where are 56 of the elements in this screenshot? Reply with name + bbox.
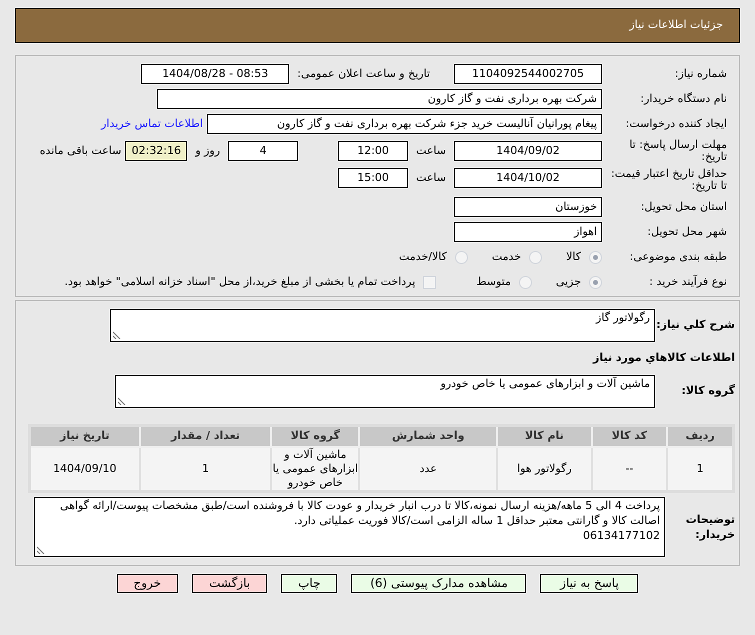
validity-date-field[interactable]: 1404/10/02 <box>454 168 602 188</box>
radio-button[interactable] <box>454 250 468 264</box>
field-label: شرح کلي نياز: <box>655 317 735 333</box>
radio-button[interactable] <box>589 276 602 288</box>
field-label: مهلت ارسال پاسخ: تا تاریخ: <box>628 139 727 163</box>
action-button[interactable]: بازگشت <box>192 574 268 593</box>
notes-textarea[interactable]: پرداخت 4 الی 5 ماهه/هزینه ارسال نمونه،کالا تا درب انبار خریدار و عودت کالا با فروشنده است/طبق مشخصات پیوست/ارائه گواهی اصالت کالا و گارانتی معتبر حداقل 1 ساله الزامی است/کالا فوریت عملیاتی دارد. 06134177102 <box>34 497 665 557</box>
city-field[interactable]: اهواز <box>454 222 602 242</box>
field-label: تاریخ و ساعت اعلان عمومی: <box>297 66 430 82</box>
field-label: شهر محل تحویل: <box>646 224 727 240</box>
need-number-field[interactable]: 1104092544002705 <box>454 64 602 84</box>
resize-handle-icon <box>37 546 45 554</box>
radio-button[interactable] <box>518 276 532 288</box>
field-label: ساعت باقی مانده <box>40 142 122 159</box>
resize-handle-icon <box>113 331 121 339</box>
field-label: گروه کالا: <box>680 382 735 399</box>
page-title: جزئیات اطلاعات نیاز <box>629 17 723 34</box>
field-label: توضیحات خریدار: <box>684 512 735 542</box>
field-label: استان محل تحویل: <box>640 198 727 215</box>
section-heading: اطلاعات كالاهاي مورد نياز <box>592 350 735 366</box>
action-button[interactable]: چاپ <box>281 574 338 593</box>
action-button[interactable]: خروج <box>116 574 178 593</box>
field-label: نوع فرآیند خرید : <box>648 274 727 290</box>
radio-label: متوسط <box>476 274 511 290</box>
field-label: ساعت <box>416 170 446 186</box>
field-label: ایجاد کننده درخواست: <box>624 116 727 132</box>
summary-textarea[interactable]: رگولاتور گاز <box>110 309 655 342</box>
table-cell: ماشین آلات و ابزارهای عمومی یا خاص خودرو <box>271 447 360 492</box>
radio-label: کالا <box>566 248 581 265</box>
buyer-field[interactable]: شرکت بهره برداری نفت و گاز کارون <box>157 89 602 109</box>
action-button[interactable]: پاسخ به نیاز <box>540 574 638 593</box>
checkbox[interactable] <box>423 276 436 288</box>
remaining-time-field[interactable]: 02:32:16 <box>125 141 188 161</box>
action-button[interactable]: مشاهده مدارک پیوستی (6) <box>351 574 526 593</box>
radio-label: جزیی <box>556 274 581 290</box>
deadline-time-field[interactable]: 12:00 <box>338 141 408 161</box>
field-label: شماره نیاز: <box>674 66 727 82</box>
checkbox-label: پرداخت تمام یا بخشی از مبلغ خرید،از محل "اسناد خزانه اسلامی" خواهد بود. <box>64 274 416 290</box>
announce-date-field[interactable]: 1404/08/28 - 08:53 <box>141 64 290 84</box>
creator-field[interactable]: پیغام پورانیان آنالیست خرید جزء شرکت بهره برداری نفت و گاز کارون <box>207 114 602 134</box>
radio-label: خدمت <box>492 248 522 265</box>
validity-time-field[interactable]: 15:00 <box>338 168 408 188</box>
resize-handle-icon <box>118 396 126 404</box>
contact-link[interactable]: اطلاعات تماس خریدار <box>101 116 203 132</box>
radio-button[interactable] <box>589 250 602 264</box>
radio-button[interactable] <box>529 250 542 264</box>
field-label: طبقه بندی موضوعی: <box>628 248 727 265</box>
radio-label: کالا/خدمت <box>399 248 447 265</box>
days-field[interactable]: 4 <box>228 141 298 161</box>
deadline-date-field[interactable]: 1404/09/02 <box>454 141 602 161</box>
field-label: حداقل تاریخ اعتبار قیمت: تا تاریخ: <box>610 168 727 192</box>
field-label: ساعت <box>416 142 446 159</box>
field-label: روز و <box>195 142 220 159</box>
province-field[interactable]: خوزستان <box>454 197 602 217</box>
field-label: نام دستگاه خریدار: <box>639 90 727 107</box>
goods-group-textarea[interactable]: ماشین آلات و ابزارهای عمومی یا خاص خودرو <box>115 374 655 408</box>
